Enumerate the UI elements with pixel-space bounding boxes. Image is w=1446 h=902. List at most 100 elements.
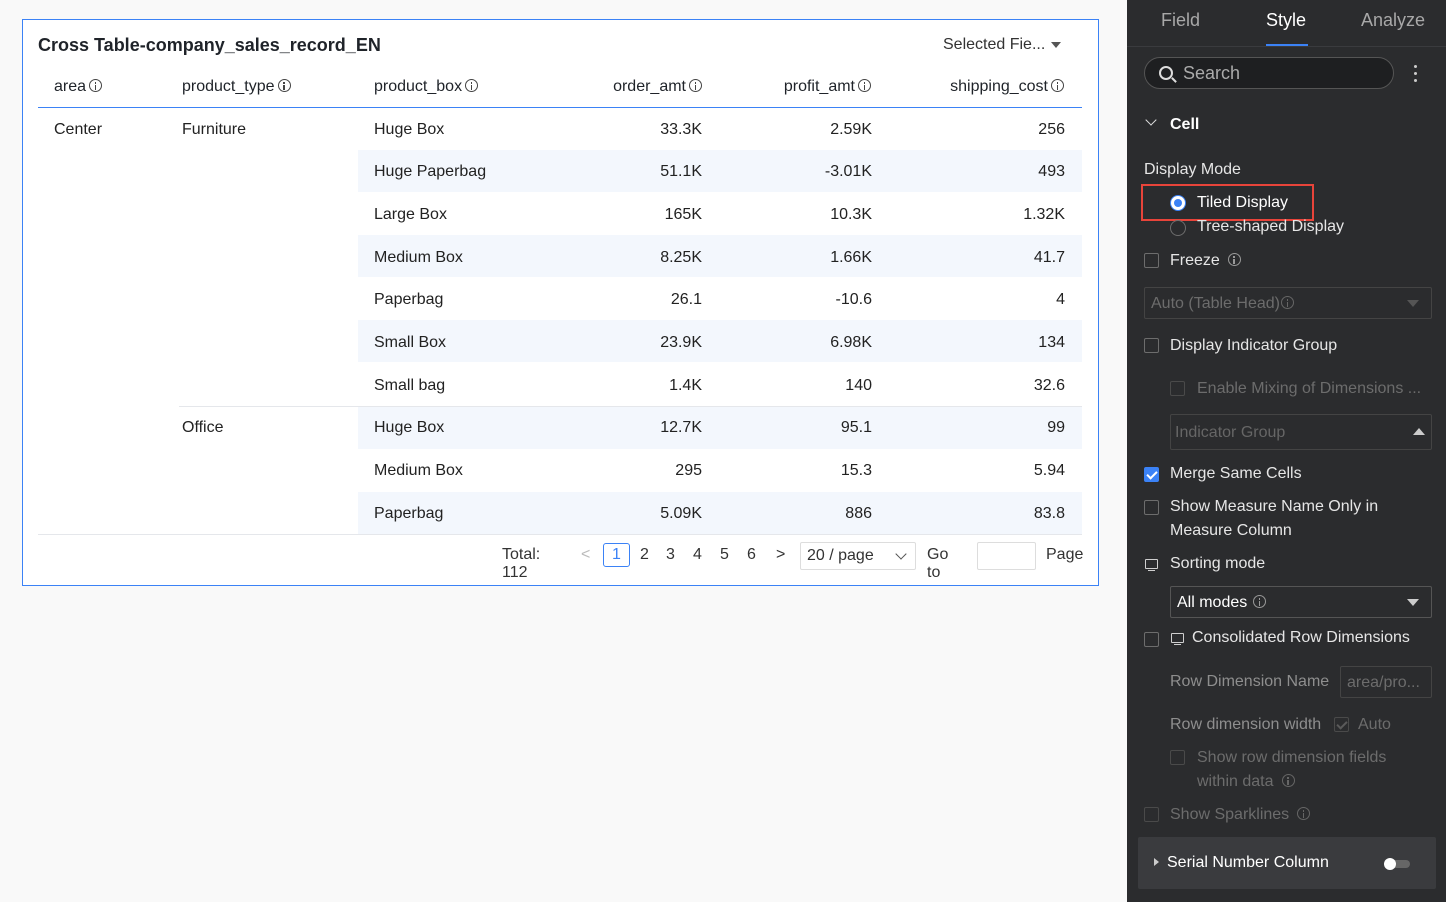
tab-field[interactable]: Field (1161, 10, 1200, 31)
active-tab-indicator (1266, 44, 1308, 46)
profit-amt-cell: -3.01K (824, 163, 872, 180)
show-row-fields-label-line1: Show row dimension fields (1197, 749, 1387, 766)
product-box-cell: Medium Box (374, 462, 463, 479)
info-icon (1280, 296, 1294, 309)
order-amt-cell: 12.7K (660, 419, 702, 436)
total-count: Total: 112 (502, 546, 541, 581)
tiled-display-label[interactable]: Tiled Display (1197, 194, 1288, 212)
order-amt-cell: 26.1 (670, 291, 702, 308)
row-dim-name-label: Row Dimension Name (1170, 673, 1330, 690)
column-header-shipping-cost[interactable]: shipping_cost (950, 78, 1064, 96)
shipping-cost-cell: 134 (1038, 334, 1065, 351)
shipping-cost-cell: 83.8 (1033, 505, 1065, 522)
shipping-cost-cell: 1.32K (1023, 206, 1065, 223)
caret-right-icon (1154, 858, 1159, 866)
info-icon[interactable] (1227, 253, 1241, 266)
tab-divider (1127, 46, 1446, 47)
search-icon (1159, 66, 1173, 80)
column-header-profit-amt[interactable]: profit_amt (784, 78, 871, 96)
shipping-cost-cell: 99 (1047, 419, 1065, 436)
sorting-mode-select[interactable]: All modes (1170, 586, 1432, 618)
tree-display-label[interactable]: Tree-shaped Display (1197, 218, 1344, 236)
shipping-cost-cell: 493 (1038, 163, 1065, 180)
caret-down-icon (1051, 42, 1062, 48)
freeze-checkbox[interactable] (1144, 253, 1159, 268)
profit-amt-cell: 15.3 (840, 462, 872, 479)
merge-same-cells-checkbox[interactable] (1144, 467, 1159, 482)
order-amt-cell: 33.3K (660, 121, 702, 138)
profit-amt-cell: 10.3K (830, 206, 872, 223)
info-icon[interactable] (89, 79, 103, 92)
next-page-icon[interactable]: > (776, 546, 785, 564)
product-box-cell: Small bag (374, 377, 446, 394)
serial-number-toggle[interactable] (1384, 858, 1410, 870)
consolidated-row-dims-checkbox[interactable] (1144, 632, 1159, 647)
display-indicator-group-checkbox[interactable] (1144, 338, 1159, 353)
profit-amt-cell: 6.98K (830, 334, 872, 351)
display-mode-label: Display Mode (1144, 161, 1241, 178)
show-measure-name-label-line1: Show Measure Name Only in (1170, 498, 1379, 515)
monitor-icon (1145, 559, 1158, 572)
card-title: Cross Table-company_sales_record_EN (38, 35, 381, 55)
tree-display-radio[interactable] (1170, 220, 1186, 236)
product-box-cell: Large Box (374, 206, 447, 223)
info-icon[interactable] (277, 79, 291, 92)
search-box[interactable] (1144, 57, 1394, 89)
product-type-cell: Office (182, 419, 224, 436)
serial-number-column-section[interactable]: Serial Number Column (1138, 837, 1436, 889)
page-1-button[interactable]: 1 (603, 543, 630, 567)
info-icon[interactable] (858, 79, 871, 92)
section-title: Cell (1170, 116, 1200, 133)
selected-fields-dropdown[interactable]: Selected Fie... (943, 36, 1062, 54)
shipping-cost-cell: 41.7 (1033, 249, 1065, 266)
freeze-select-value: Auto (Table Head) (1151, 295, 1294, 313)
info-icon (1297, 807, 1311, 820)
caret-down-icon (1407, 599, 1419, 606)
column-header-order-amt[interactable]: order_amt (613, 78, 702, 96)
goto-page-input[interactable] (977, 542, 1036, 570)
info-icon[interactable] (465, 79, 479, 92)
show-sparklines-checkbox (1144, 807, 1159, 822)
column-header-product-box[interactable]: product_box (374, 78, 479, 96)
tab-analyze[interactable]: Analyze (1361, 10, 1425, 31)
freeze-select: Auto (Table Head) (1144, 287, 1432, 319)
serial-number-column-label: Serial Number Column (1167, 854, 1329, 871)
page-size-select[interactable]: 20 / page (800, 542, 916, 570)
table-header: area product_type product_box order_amt … (38, 68, 1082, 108)
search-input[interactable] (1183, 62, 1383, 84)
column-header-product-type[interactable]: product_type (182, 78, 291, 96)
tiled-display-radio[interactable] (1170, 195, 1186, 211)
more-options-icon[interactable] (1413, 63, 1419, 83)
product-box-cell: Medium Box (374, 249, 463, 266)
shipping-cost-cell: 4 (1056, 291, 1065, 308)
tab-style[interactable]: Style (1266, 10, 1306, 31)
page-5-button[interactable]: 5 (720, 546, 729, 564)
cross-table-card: Cross Table-company_sales_record_EN Sele… (22, 19, 1099, 586)
profit-amt-cell: 1.66K (830, 249, 872, 266)
shipping-cost-cell: 32.6 (1033, 377, 1065, 394)
product-box-cell: Huge Box (374, 419, 445, 436)
show-row-fields-checkbox (1170, 750, 1185, 765)
consolidated-row-dims-label: Consolidated Row Dimensions (1192, 629, 1410, 646)
page-6-button[interactable]: 6 (747, 546, 756, 564)
merge-same-cells-label: Merge Same Cells (1170, 465, 1302, 482)
info-icon[interactable] (689, 79, 702, 92)
prev-page-icon[interactable]: < (581, 546, 590, 564)
column-header-area[interactable]: area (54, 78, 103, 96)
product-box-cell: Huge Paperbag (374, 163, 487, 180)
show-sparklines-label: Show Sparklines (1170, 806, 1311, 824)
page-size-value: 20 / page (807, 547, 874, 564)
enable-mixing-checkbox (1170, 381, 1185, 396)
order-amt-cell: 8.25K (660, 249, 702, 266)
show-measure-name-label-line2: Measure Column (1170, 522, 1292, 539)
caret-down-icon (1407, 300, 1419, 307)
info-icon[interactable] (1051, 79, 1064, 92)
page-2-button[interactable]: 2 (640, 546, 649, 564)
product-box-cell: Small Box (374, 334, 447, 351)
show-measure-name-checkbox[interactable] (1144, 500, 1159, 515)
shipping-cost-cell: 5.94 (1033, 462, 1065, 479)
page-3-button[interactable]: 3 (666, 546, 675, 564)
page-4-button[interactable]: 4 (693, 546, 702, 564)
product-box-cell: Paperbag (374, 505, 444, 522)
order-amt-cell: 295 (675, 462, 702, 479)
